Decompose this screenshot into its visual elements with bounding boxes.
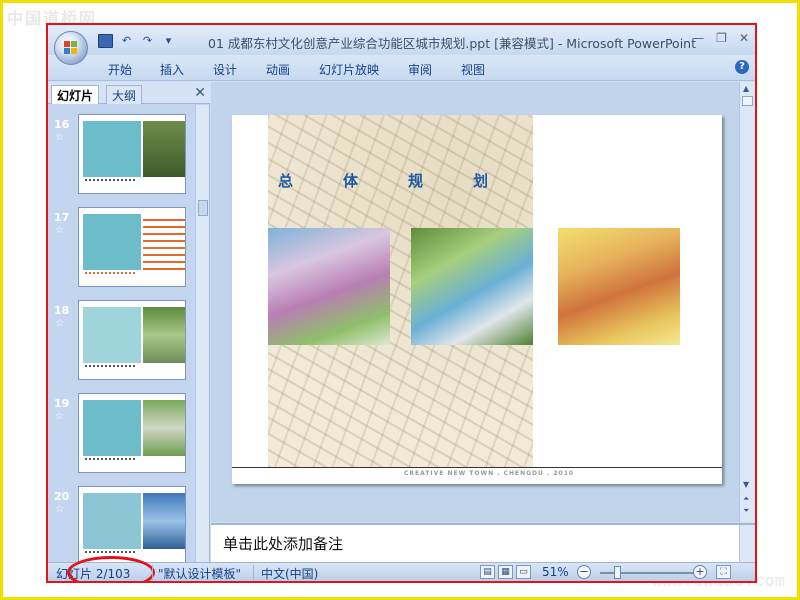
panel-scroll-thumb[interactable] (198, 200, 208, 216)
qat-more-icon[interactable]: ▾ (161, 34, 176, 48)
slides-panel: 幻灯片 大纲 ✕ 16 ☆ 17 ☆ 18 ☆ 19 ☆ 20 ☆ (48, 82, 210, 566)
previous-slide-icon[interactable]: ⏶ (743, 494, 749, 504)
slide-thumbnail-16[interactable]: 16 ☆ (48, 114, 196, 202)
thumbnail-image (78, 486, 186, 566)
thumbnail-image (78, 393, 186, 473)
thumbnail-image (78, 300, 186, 380)
theme-name: "默认设计模板" (158, 567, 242, 581)
slide-scroll-thumb[interactable] (742, 96, 753, 106)
zoom-level[interactable]: 51% (542, 565, 569, 579)
notes-pane[interactable]: 单击此处添加备注 (211, 523, 755, 564)
minimize-button[interactable]: — (692, 31, 704, 45)
tab-review[interactable]: 审阅 (408, 61, 432, 78)
star-icon: ☆ (55, 318, 64, 329)
slide-thumbnail-18[interactable]: 18 ☆ (48, 300, 196, 388)
thumbnail-image (78, 114, 186, 194)
slide-number: 17 (54, 211, 70, 224)
title-bar: ↶ ↷ ▾ 01 成都东村文化创意产业综合功能区城市规划.ppt [兼容模式] … (48, 25, 755, 55)
fit-to-window-icon[interactable]: ⛶ (716, 565, 731, 579)
notes-scrollbar[interactable] (739, 525, 755, 564)
scroll-down-icon[interactable]: ▼ (743, 480, 749, 489)
highlight-circle (67, 556, 155, 581)
star-icon: ☆ (55, 132, 64, 143)
slide-number: 16 (54, 118, 70, 131)
notes-placeholder[interactable]: 单击此处添加备注 (223, 533, 343, 554)
slide-sorter-icon[interactable]: ▦ (498, 565, 513, 579)
next-slide-icon[interactable]: ⏷ (743, 506, 749, 516)
zoom-out-icon[interactable]: − (577, 565, 591, 579)
normal-view-icon[interactable]: ▤ (480, 565, 495, 579)
slide-editor: 总 体 规 划 CREATIVE NEW TOWN . CHENGDU . 20… (211, 82, 755, 522)
zoom-slider-thumb[interactable] (614, 566, 621, 579)
aerial-render-2 (411, 228, 533, 345)
panel-scrollbar[interactable] (195, 105, 209, 562)
window-controls: — ❐ ✕ (692, 31, 749, 45)
powerpoint-window: ↶ ↷ ▾ 01 成都东村文化创意产业综合功能区城市规划.ppt [兼容模式] … (46, 23, 757, 583)
zoom-in-icon[interactable]: + (693, 565, 707, 579)
star-icon: ☆ (55, 225, 64, 236)
help-icon[interactable]: ? (735, 60, 749, 74)
tab-animations[interactable]: 动画 (266, 61, 290, 78)
slide-number: 19 (54, 397, 70, 410)
slide-footer-text: CREATIVE NEW TOWN . CHENGDU . 2010 (404, 470, 575, 477)
status-bar: 幻灯片 2/103 "默认设计模板" 中文(中国) ▤ ▦ ▭ 51% − + … (48, 556, 755, 581)
tab-home[interactable]: 开始 (108, 61, 132, 78)
redo-icon[interactable]: ↷ (140, 34, 155, 48)
tab-insert[interactable]: 插入 (160, 61, 184, 78)
undo-icon[interactable]: ↶ (119, 34, 134, 48)
slide-number: 20 (54, 490, 70, 503)
panel-close-icon[interactable]: ✕ (194, 85, 206, 101)
thumbnail-image (78, 207, 186, 287)
save-icon[interactable] (98, 34, 113, 48)
star-icon: ☆ (55, 504, 64, 515)
restore-button[interactable]: ❐ (716, 31, 727, 45)
quick-access-toolbar: ↶ ↷ ▾ (98, 34, 176, 48)
tab-view[interactable]: 视图 (461, 61, 485, 78)
tab-slides[interactable]: 幻灯片 (51, 85, 100, 104)
ribbon-tabs: 开始 插入 设计 动画 幻灯片放映 审阅 视图 ? (48, 55, 755, 81)
scroll-up-icon[interactable]: ▲ (743, 84, 749, 93)
tab-slideshow[interactable]: 幻灯片放映 (319, 61, 379, 78)
window-title: 01 成都东村文化创意产业综合功能区城市规划.ppt [兼容模式] - Micr… (208, 36, 696, 51)
panel-tabs: 幻灯片 大纲 ✕ (48, 82, 210, 104)
language-indicator[interactable]: 中文(中国) (261, 565, 318, 581)
close-button[interactable]: ✕ (739, 31, 749, 45)
aerial-render-3 (558, 228, 680, 345)
slide-title: 总 体 规 划 (278, 172, 489, 190)
outer-frame: 中国道桥网 www.chdao.com ↶ ↷ ▾ 01 成都东村文化创意产业综… (0, 0, 800, 600)
office-button[interactable] (54, 31, 88, 65)
aerial-render-1 (268, 228, 390, 345)
slide-thumbnail-19[interactable]: 19 ☆ (48, 393, 196, 481)
office-logo-icon (64, 41, 78, 55)
tab-design[interactable]: 设计 (213, 61, 237, 78)
slide-number: 18 (54, 304, 70, 317)
slide-thumbnail-17[interactable]: 17 ☆ (48, 207, 196, 295)
current-slide[interactable]: 总 体 规 划 CREATIVE NEW TOWN . CHENGDU . 20… (232, 115, 722, 484)
footer-rule (232, 467, 722, 468)
slideshow-view-icon[interactable]: ▭ (516, 565, 531, 579)
star-icon: ☆ (55, 411, 64, 422)
slide-scrollbar[interactable]: ▲ ▼ ⏶ ⏷ (739, 82, 755, 522)
tab-outline[interactable]: 大纲 (106, 85, 143, 104)
